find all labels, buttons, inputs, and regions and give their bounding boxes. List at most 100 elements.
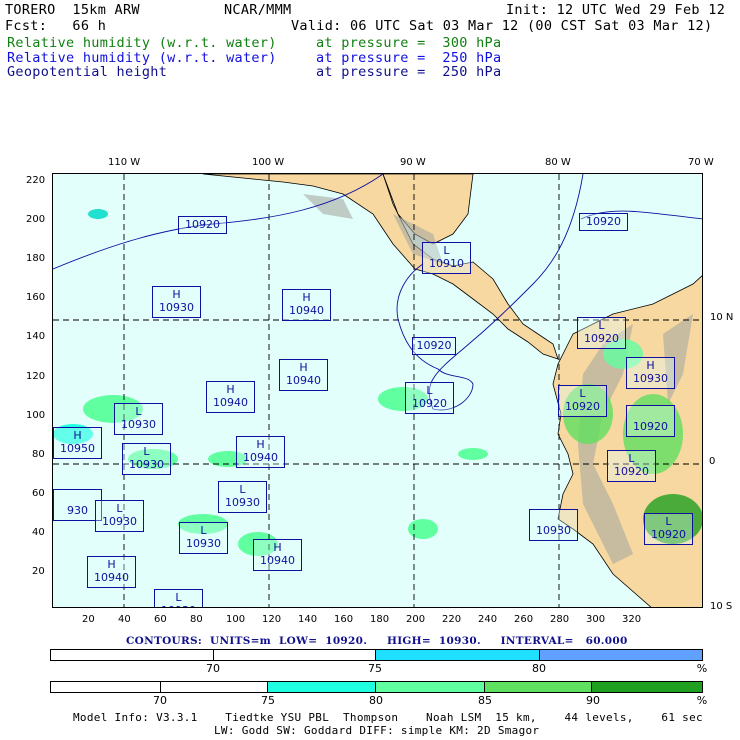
x-tick-label: 160 <box>334 614 354 625</box>
legend-label: 70 <box>153 694 167 707</box>
map-panel: H 10930 H 10940 H 10940 H 10940 L 10930 H 10950 L 109… <box>52 173 703 608</box>
legend-label: 80 <box>369 694 383 707</box>
valid-time: Valid: 06 UTC Sat 03 Mar 12 (00 CST Sat … <box>291 18 713 34</box>
system-type: L <box>665 515 672 528</box>
system-value: 930 <box>67 504 88 517</box>
x-tick-label: 80 <box>190 614 203 625</box>
model-title: TORERO 15km ARW <box>5 2 140 18</box>
y-tick-label: 200 <box>26 214 46 226</box>
legend-swatch <box>160 682 269 692</box>
system-value: 10920 <box>584 332 619 345</box>
x-tick-label: 220 <box>442 614 462 625</box>
system-value: 10940 <box>243 451 278 464</box>
system-value: 10930 <box>225 496 260 509</box>
system-type: L <box>135 405 142 418</box>
pressure-system-box: L10930 <box>154 589 203 607</box>
system-value: 10920 <box>651 528 686 541</box>
y-tick-label: 180 <box>26 253 46 265</box>
pressure-system-box: L10930 <box>122 443 171 475</box>
system-type: H <box>172 288 181 301</box>
system-type: H <box>107 558 116 571</box>
system-value: 10940 <box>289 304 324 317</box>
legend-label: % <box>696 662 708 675</box>
y-tick-label: 120 <box>26 370 46 382</box>
pressure-system-box: H 10940 <box>206 381 255 413</box>
x-tick-label: 120 <box>262 614 282 625</box>
legend-label: 85 <box>478 694 492 707</box>
system-type: L <box>628 452 635 465</box>
pressure-system-box: H 10940 <box>236 436 285 468</box>
x-tick-label: 200 <box>406 614 426 625</box>
legend-label: 75 <box>261 694 275 707</box>
system-value: 10920 <box>633 420 668 433</box>
y-tick-label: 140 <box>26 331 46 343</box>
pressure-system-box: H 10930 <box>152 286 201 318</box>
lon-label: 70 W <box>688 157 714 168</box>
system-value: 10930 <box>158 604 199 607</box>
lat-label: 10 S <box>710 601 733 612</box>
system-value: 10930 <box>159 301 194 314</box>
y-tick-label: 80 <box>32 448 45 460</box>
system-value: 10950 <box>60 442 95 455</box>
system-type: H <box>73 429 82 442</box>
system-type: H <box>646 359 655 372</box>
legend-swatch <box>376 682 485 692</box>
init-time: Init: 12 UTC Wed 29 Feb 12 <box>506 2 726 18</box>
pressure-system-box: H 10940 <box>253 539 302 571</box>
legend-swatch <box>214 650 376 660</box>
system-value: 10920 <box>614 465 649 478</box>
system-value: 10920 <box>565 400 600 413</box>
pressure-system-box: L 10920 <box>405 382 454 414</box>
y-tick-label: 100 <box>26 409 46 421</box>
field-3-level: at pressure = 250 hPa <box>316 64 502 80</box>
contour-info: CONTOURS: UNITS=m LOW= 10920. HIGH= 1093… <box>126 635 628 647</box>
legend-swatch <box>592 682 702 692</box>
system-value: 10930 <box>102 515 137 528</box>
pressure-system-box: L 10920 <box>644 513 693 545</box>
forecast-hour: Fcst: 66 h <box>5 18 107 34</box>
lon-label: 110 W <box>108 157 141 168</box>
system-type: L <box>579 387 586 400</box>
system-value: 10930 <box>129 458 164 471</box>
contour-label: 10920 <box>412 337 456 355</box>
system-type: L <box>175 591 182 604</box>
system-type <box>57 491 98 504</box>
pressure-system-box: H 10940 <box>282 289 331 321</box>
x-tick-label: 320 <box>622 614 642 625</box>
system-type: L <box>239 483 246 496</box>
x-tick-label: 300 <box>586 614 606 625</box>
legend-label: 90 <box>586 694 600 707</box>
legend-label: 70 <box>206 662 220 675</box>
x-tick-label: 20 <box>82 614 95 625</box>
system-value: 10920 <box>412 397 447 410</box>
system-type: L <box>143 445 150 458</box>
legend-swatch <box>376 650 540 660</box>
lat-label: 0 <box>709 456 716 467</box>
system-type: H <box>302 291 311 304</box>
rh-300-color-bar <box>50 681 703 693</box>
field-1-level: at pressure = 300 hPa <box>316 35 502 51</box>
system-type: H <box>273 541 282 554</box>
y-tick-label: 60 <box>32 487 45 499</box>
x-tick-label: 60 <box>154 614 167 625</box>
system-type: L <box>426 384 433 397</box>
field-3-name: Geopotential height <box>7 64 168 80</box>
pressure-system-box: L 10920 <box>558 385 607 417</box>
legend-swatch <box>484 682 593 692</box>
pressure-system-box: 10930 <box>529 509 578 541</box>
pressure-system-box: H 10950 <box>53 427 102 459</box>
y-tick-label: 160 <box>26 292 46 304</box>
system-value: 10940 <box>286 374 321 387</box>
x-tick-label: 100 <box>226 614 246 625</box>
contour-label: 10920 <box>178 216 227 234</box>
x-tick-label: 40 <box>118 614 131 625</box>
land-mexico-central-america <box>202 174 559 360</box>
pressure-system-box: L 10920 <box>607 450 656 482</box>
lat-label: 10 N <box>710 312 734 323</box>
system-type <box>533 511 574 524</box>
pressure-system-box: L10930 <box>114 403 163 435</box>
system-value: 10910 <box>429 257 464 270</box>
legend-label: 75 <box>368 662 382 675</box>
model-info-line-2: LW: Godd SW: Goddard DIFF: simple KM: 2D… <box>214 724 540 737</box>
x-tick-label: 140 <box>298 614 318 625</box>
